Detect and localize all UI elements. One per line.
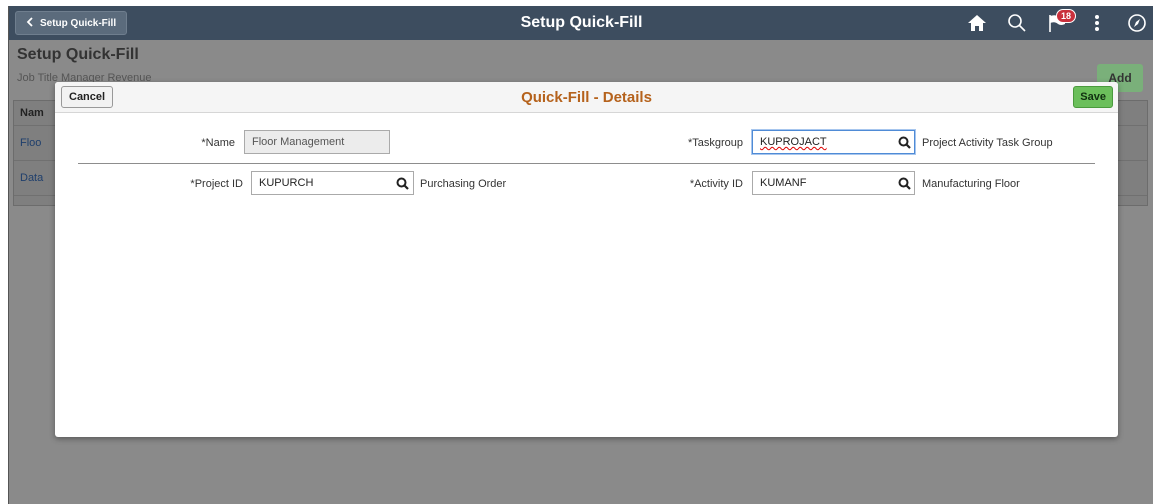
save-button[interactable]: Save [1073, 86, 1113, 108]
taskgroup-field[interactable]: KUPROJACT [752, 130, 915, 154]
activity-id-label: *Activity ID [689, 178, 743, 190]
navbar-compass-icon[interactable] [1126, 12, 1148, 34]
page-title: Setup Quick-Fill [17, 46, 139, 63]
actions-menu-icon[interactable] [1086, 12, 1108, 34]
divider [78, 163, 1095, 164]
top-banner: Setup Quick-Fill Setup Quick-Fill 18 [9, 6, 1153, 40]
project-id-label: *Project ID [190, 178, 243, 190]
project-id-lookup-icon[interactable] [395, 176, 409, 190]
project-id-field[interactable]: KUPURCH [251, 171, 414, 195]
taskgroup-value: KUPROJACT [760, 136, 827, 148]
modal-title: Quick-Fill - Details [521, 89, 652, 106]
chevron-left-icon [26, 16, 34, 30]
activity-id-description: Manufacturing Floor [922, 178, 1020, 190]
taskgroup-label: *Taskgroup [687, 137, 743, 149]
cancel-button[interactable]: Cancel [61, 86, 114, 108]
notification-flag-icon[interactable]: 18 [1046, 9, 1077, 34]
taskgroup-description: Project Activity Task Group [922, 137, 1053, 149]
search-icon[interactable] [1006, 12, 1028, 34]
name-field[interactable]: Floor Management [244, 130, 390, 154]
back-button[interactable]: Setup Quick-Fill [15, 11, 128, 35]
modal-header: Cancel Quick-Fill - Details Save [55, 82, 1118, 113]
taskgroup-lookup-icon[interactable] [897, 135, 911, 149]
quick-fill-details-modal: Cancel Quick-Fill - Details Save *Name F… [55, 82, 1118, 437]
activity-id-lookup-icon[interactable] [897, 176, 911, 190]
activity-id-field[interactable]: KUMANF [752, 171, 915, 195]
app-frame: Setup Quick-Fill Setup Quick-Fill 18 Set… [8, 6, 1153, 504]
project-id-description: Purchasing Order [420, 178, 507, 190]
back-button-label: Setup Quick-Fill [40, 17, 117, 29]
name-label: *Name [201, 137, 235, 149]
notification-badge: 18 [1056, 9, 1077, 23]
home-icon[interactable] [966, 12, 988, 34]
banner-icons: 18 [966, 6, 1148, 40]
